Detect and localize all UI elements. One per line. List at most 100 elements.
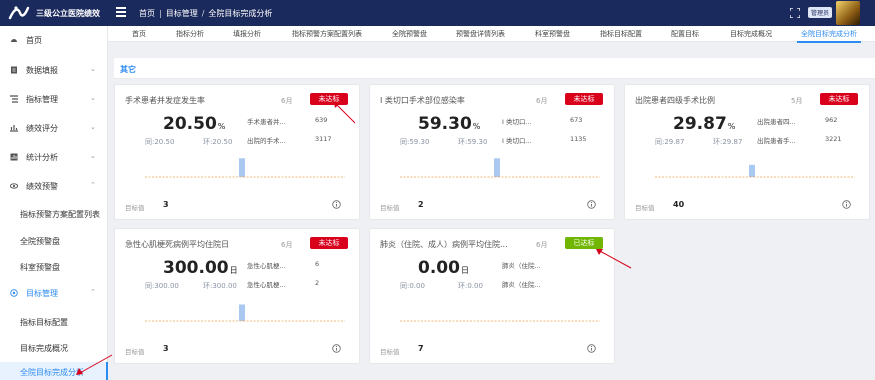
tab-hospital-warning[interactable]: 全院预警盘 [392,29,427,39]
target-value: 3 [163,200,169,209]
target-value: 2 [418,200,424,209]
mom-value: 环:300.00 [203,282,237,290]
chevron-down-icon: ⌄ [90,152,96,160]
numerator-label: 手术患者并... [247,118,286,126]
logo-icon [8,6,30,20]
sidebar-item-warning-plan-config[interactable]: 指标预警方案配置列表 [0,204,108,224]
target-label: 目标值 [125,348,145,356]
trend-bar [239,158,245,177]
tab-indicator-analysis[interactable]: 指标分析 [176,29,204,39]
sidebar-item-home[interactable]: 首页 [0,30,108,50]
trend-chart [655,164,855,178]
tab-warning-detail-list[interactable]: 预警盘详情列表 [456,29,505,39]
breadcrumb: 首页 | 目标管理 / 全院目标完成分析 [139,9,273,18]
indicator-unit: % [472,122,481,131]
sidebar-item-target-overview[interactable]: 目标完成概况 [0,338,108,358]
fullscreen-icon[interactable] [790,8,800,18]
chevron-up-icon: ⌃ [90,181,96,189]
card-period: 6月 [281,97,293,105]
denominator-value: 3117 [315,135,332,143]
card-title: 肺炎（住院、成人）病例平均住院... [380,240,508,249]
status-badge: 未达标 [565,93,603,105]
trend-chart [145,158,345,178]
info-icon[interactable] [587,344,596,353]
denominator-value: 2 [315,279,320,287]
indicator-value: 0.00日 [418,258,469,278]
yoy-value: 同:29.87 [655,138,685,146]
indicator-card[interactable]: 手术患者并发症发生率 6月 未达标 20.50% 同:20.50 环:20.50… [114,84,360,220]
admin-badge[interactable]: 管理员 [808,7,833,18]
tab-target-config[interactable]: 指标目标配置 [600,29,642,39]
active-tab-indicator [797,41,861,43]
tab-hospital-target-analysis[interactable]: 全院目标完成分析 [801,29,857,39]
info-icon[interactable] [587,200,596,209]
tab-warning-plan-list[interactable]: 指标预警方案配置列表 [292,29,362,39]
numerator-value: 673 [570,116,583,124]
indicator-unit: % [217,122,226,131]
yoy-value: 同:59.30 [400,138,430,146]
info-icon[interactable] [332,344,341,353]
mom-value: 环:0.00 [458,282,483,290]
sidebar-item-target-config[interactable]: 指标目标配置 [0,312,108,332]
chevron-down-icon: ⌄ [90,94,96,102]
info-icon[interactable] [332,200,341,209]
target-value: 7 [418,344,424,353]
status-badge: 未达标 [310,237,348,249]
sidebar-item-statistics[interactable]: 统计分析 ⌄ [0,147,108,167]
target-label: 目标值 [125,204,145,212]
breadcrumb-item[interactable]: 首页 [139,9,155,18]
status-badge: 已达标 [565,237,603,249]
sidebar-item-label: 首页 [26,36,42,45]
sidebar-item-hospital-target-analysis[interactable]: 全院目标完成分析 [0,362,108,380]
mom-value: 环:20.50 [203,138,233,146]
indicator-card[interactable]: 肺炎（住院、成人）病例平均住院... 6月 已达标 0.00日 同:0.00 环… [369,228,615,364]
sidebar-item-label: 统计分析 [26,153,58,162]
tab-target-overview[interactable]: 目标完成概况 [730,29,772,39]
tab-department-warning[interactable]: 科室预警盘 [535,29,570,39]
indicator-card[interactable]: 急性心肌梗死病例平均住院日 6月 未达标 300.00日 同:300.00 环:… [114,228,360,364]
chevron-up-icon: ⌃ [90,288,96,296]
denominator-value: 3221 [825,135,842,143]
indicator-value-number: 0.00 [418,258,460,278]
info-icon[interactable] [842,200,851,209]
indicator-value-number: 300.00 [163,258,229,278]
sidebar-item-performance-score[interactable]: 绩效评分 ⌄ [0,118,108,138]
trend-chart [400,320,600,322]
sidebar-item-indicator-management[interactable]: 指标管理 ⌄ [0,89,108,109]
target-value: 3 [163,344,169,353]
sidebar-item-label: 目标管理 [26,289,58,298]
sidebar-item-hospital-warning[interactable]: 全院预警盘 [0,231,108,251]
indicator-card[interactable]: 出院患者四级手术比例 5月 未达标 29.87% 同:29.87 环:29.87… [624,84,870,220]
indicator-value: 29.87% [673,114,735,134]
score-icon [10,125,18,132]
sidebar-item-label: 全院目标完成分析 [20,368,84,377]
app-title: 三级公立医院绩效 [36,9,100,18]
tab-bar: 首页 指标分析 填报分析 指标预警方案配置列表 全院预警盘 预警盘详情列表 科室… [108,26,875,42]
indicator-value-number: 59.30 [418,114,472,134]
yoy-value: 同:0.00 [400,282,425,290]
avatar[interactable] [836,1,860,25]
sidebar-item-data-entry[interactable]: 数据填报 ⌄ [0,60,108,80]
indicator-unit: 日 [229,266,238,275]
numerator-label: I 类切口... [502,118,532,126]
yoy-value: 同:20.50 [145,138,175,146]
denominator-label: 肺炎（住院... [502,281,541,289]
tab-entry-analysis[interactable]: 填报分析 [233,29,261,39]
chevron-down-icon: ⌄ [90,123,96,131]
numerator-label: 急性心肌梗... [247,262,286,270]
indicator-card[interactable]: I 类切口手术部位感染率 6月 未达标 59.30% 同:59.30 环:59.… [369,84,615,220]
target-label: 目标值 [380,348,400,356]
numerator-value: 962 [825,116,838,124]
sidebar: 首页 数据填报 ⌄ 指标管理 ⌄ 绩效评分 ⌄ 统计分析 ⌄ 绩效预警 ⌃ 指标… [0,26,108,380]
card-title: 手术患者并发症发生率 [125,96,205,105]
breadcrumb-item[interactable]: 目标管理 [166,9,198,18]
tab-home[interactable]: 首页 [132,29,146,39]
card-period: 5月 [791,97,803,105]
tab-configure-target[interactable]: 配置目标 [671,29,699,39]
sidebar-item-target-management[interactable]: 目标管理 ⌃ [0,283,108,303]
mom-value: 环:29.87 [713,138,743,146]
chevron-down-icon: ⌄ [90,65,96,73]
sidebar-item-performance-warning[interactable]: 绩效预警 ⌃ [0,176,108,196]
menu-toggle-icon[interactable] [116,7,126,17]
sidebar-item-department-warning[interactable]: 科室预警盘 [0,257,108,277]
